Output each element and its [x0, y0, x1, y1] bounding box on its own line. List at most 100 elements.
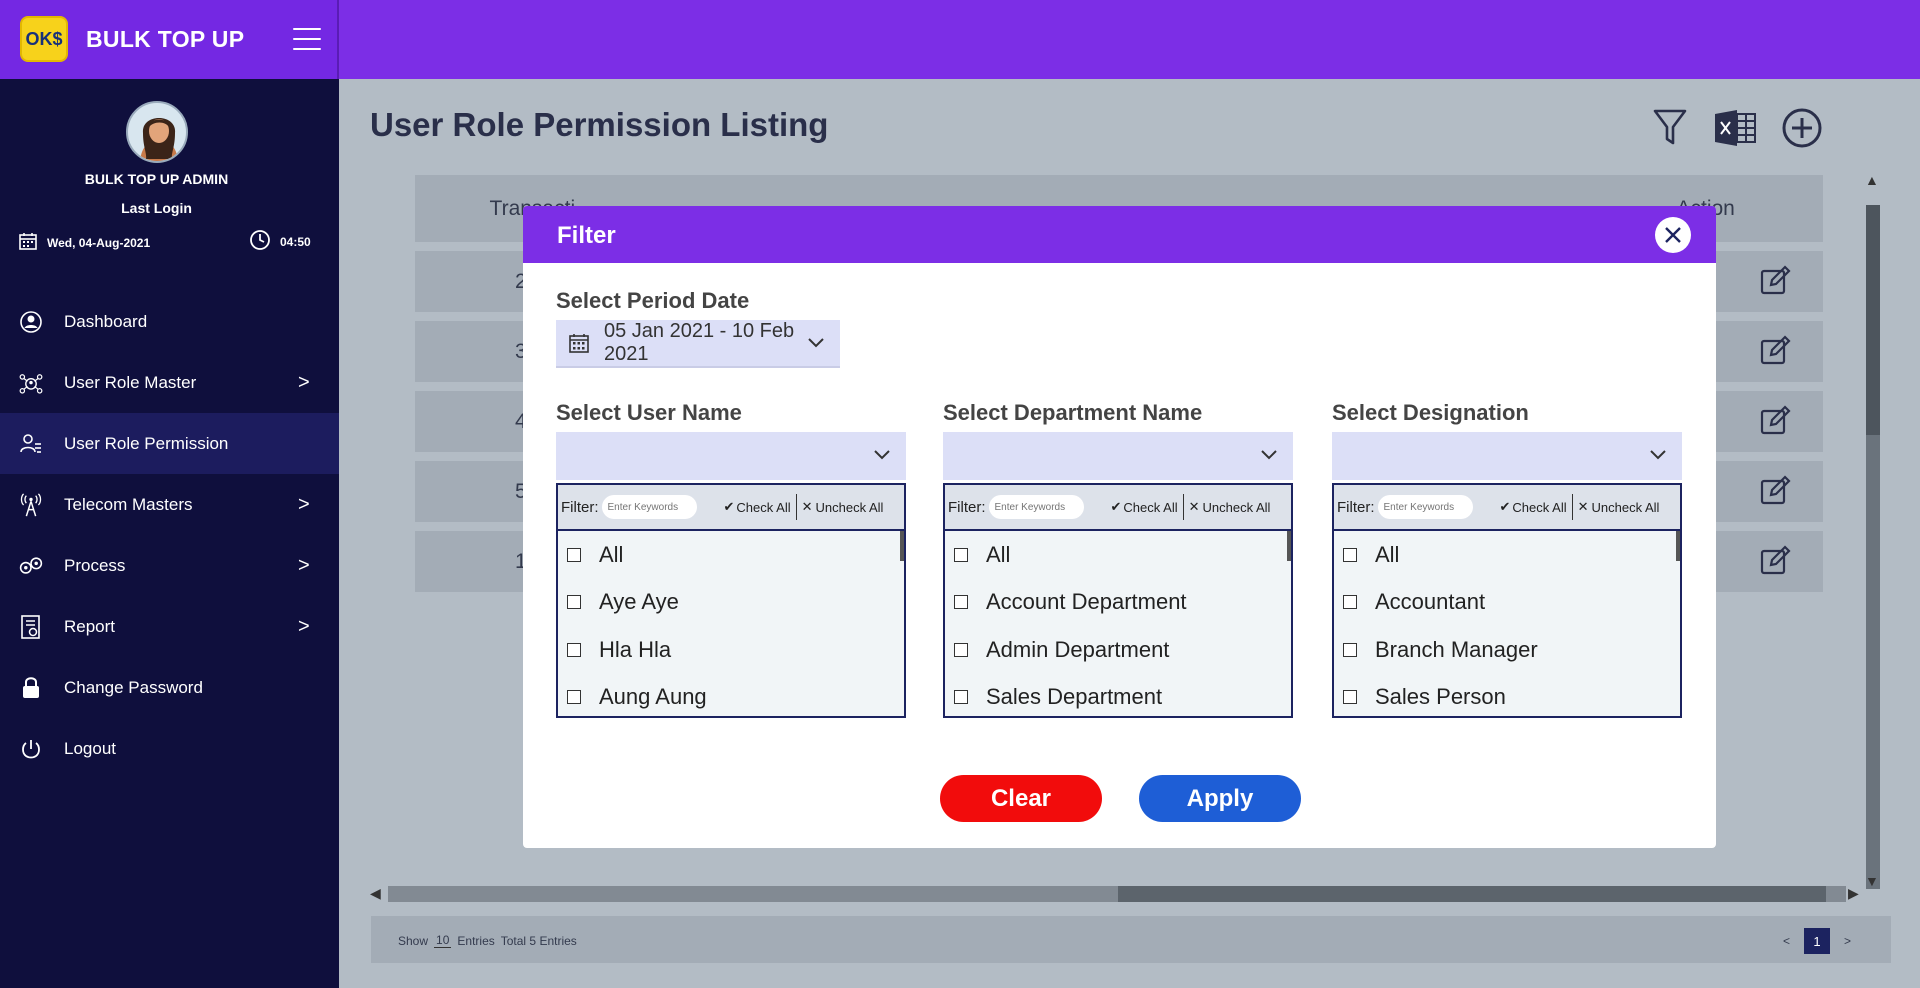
chevron-down-icon — [808, 338, 824, 348]
dropdown-panel: Filter: ✔Check All ✕Uncheck All All Acco… — [943, 483, 1293, 718]
sidebar-item-dashboard[interactable]: Dashboard — [0, 291, 339, 352]
option-label: Admin Department — [986, 636, 1170, 662]
check-all-button[interactable]: ✔ Check All — [1500, 499, 1567, 515]
checkbox[interactable] — [567, 642, 581, 657]
checkbox[interactable] — [1343, 642, 1357, 657]
department-name-select[interactable] — [943, 432, 1293, 480]
edit-icon[interactable] — [1759, 265, 1791, 297]
entries-select[interactable]: 10 — [434, 933, 452, 948]
list-scrollbar[interactable] — [1676, 531, 1680, 561]
list-item[interactable]: All — [558, 531, 904, 579]
tower-icon — [18, 492, 44, 518]
checkbox[interactable] — [567, 547, 581, 562]
scrollbar-thumb[interactable] — [1118, 886, 1826, 902]
edit-icon[interactable] — [1759, 475, 1791, 507]
sidebar-item-user-role-master[interactable]: User Role Master > — [0, 352, 339, 413]
option-list: All Aye Aye Hla Hla Aung Aung — [558, 531, 904, 717]
checkbox[interactable] — [954, 595, 968, 610]
keyword-search-input[interactable] — [601, 495, 697, 519]
list-item[interactable]: Branch Manager — [1334, 626, 1680, 674]
list-item[interactable]: Accountant — [1334, 579, 1680, 627]
uncheck-all-button[interactable]: ✕ Uncheck All — [802, 499, 884, 515]
list-item[interactable]: Sales Person — [1334, 674, 1680, 717]
check-all-button[interactable]: ✔ Check All — [724, 499, 791, 515]
edit-icon[interactable] — [1759, 545, 1791, 577]
sidebar-menu: Dashboard User Role Master > User Role P… — [0, 291, 339, 779]
edit-icon[interactable] — [1759, 405, 1791, 437]
sidebar-item-change-password[interactable]: Change Password — [0, 657, 339, 718]
designation-label: Select Designation — [1332, 400, 1529, 425]
total-entries: Total 5 Entries — [500, 933, 577, 948]
add-icon[interactable] — [1780, 106, 1824, 150]
sidebar-item-telecom-masters[interactable]: Telecom Masters > — [0, 474, 339, 535]
checkbox[interactable] — [954, 642, 968, 657]
designation-multiselect: Filter: ✔Check All ✕Uncheck All All Acco… — [1332, 432, 1682, 718]
page-number-button[interactable]: 1 — [1803, 928, 1830, 954]
prev-page-button[interactable]: < — [1783, 934, 1790, 948]
department-name-label: Select Department Name — [943, 400, 1203, 425]
option-label: Aye Aye — [599, 589, 679, 615]
list-scrollbar[interactable] — [900, 531, 904, 561]
modal-header: Filter — [523, 206, 1716, 263]
period-date-value: 05 Jan 2021 - 10 Feb 2021 — [604, 320, 795, 365]
option-label: Accountant — [1375, 589, 1486, 615]
scroll-right-arrow-icon[interactable]: ▶ — [1848, 885, 1859, 902]
next-page-button[interactable]: > — [1844, 934, 1851, 948]
entries-per-page: Show 10 Entries Total 5 Entries — [398, 933, 577, 948]
checkbox[interactable] — [954, 690, 968, 705]
sidebar-item-label: Telecom Masters — [64, 494, 193, 514]
check-all-button[interactable]: ✔ Check All — [1111, 499, 1178, 515]
user-name-select[interactable] — [556, 432, 906, 480]
horizontal-scrollbar[interactable] — [388, 886, 1846, 902]
uncheck-all-button[interactable]: ✕ Uncheck All — [1189, 499, 1271, 515]
designation-select[interactable] — [1332, 432, 1682, 480]
sidebar: BULK TOP UP ADMIN Last Login Wed, 04-Aug… — [0, 79, 339, 988]
uncheck-all-label: Uncheck All — [815, 499, 884, 515]
sidebar-item-logout[interactable]: Logout — [0, 718, 339, 779]
checkbox[interactable] — [1343, 595, 1357, 610]
checkbox[interactable] — [567, 690, 581, 705]
chevron-right-icon: > — [298, 371, 310, 393]
uncheck-all-button[interactable]: ✕ Uncheck All — [1578, 499, 1660, 515]
scrollbar-thumb[interactable] — [1866, 205, 1880, 435]
scroll-left-arrow-icon[interactable]: ◀ — [370, 885, 381, 902]
filter-icon[interactable] — [1648, 106, 1692, 150]
report-icon — [18, 614, 44, 640]
list-item[interactable]: Admin Department — [945, 626, 1291, 674]
checkbox[interactable] — [1343, 690, 1357, 705]
dashboard-icon — [18, 309, 44, 335]
list-item[interactable]: All — [945, 531, 1291, 579]
apply-button[interactable]: Apply — [1139, 775, 1301, 822]
clear-button[interactable]: Clear — [940, 775, 1102, 822]
list-item[interactable]: Aung Aung — [558, 674, 904, 717]
list-item[interactable]: Sales Department — [945, 674, 1291, 717]
check-all-label: Check All — [1123, 499, 1178, 515]
vertical-scrollbar[interactable] — [1866, 205, 1880, 889]
checkbox[interactable] — [954, 547, 968, 562]
period-date-picker[interactable]: 05 Jan 2021 - 10 Feb 2021 — [556, 320, 840, 368]
filter-modal: Filter Select Period Date 05 Jan 2021 - … — [523, 206, 1716, 848]
close-icon[interactable] — [1655, 217, 1691, 253]
sidebar-item-report[interactable]: Report > — [0, 596, 339, 657]
list-item[interactable]: Hla Hla — [558, 626, 904, 674]
scroll-up-arrow-icon[interactable]: ▲ — [1865, 172, 1879, 188]
keyword-search-input[interactable] — [988, 495, 1084, 519]
excel-export-icon[interactable] — [1713, 106, 1757, 150]
checkbox[interactable] — [1343, 547, 1357, 562]
clock-icon — [249, 229, 271, 254]
option-label: All — [1375, 541, 1400, 567]
list-scrollbar[interactable] — [1287, 531, 1291, 561]
scroll-down-arrow-icon[interactable]: ▼ — [1865, 873, 1879, 889]
list-item[interactable]: All — [1334, 531, 1680, 579]
list-item[interactable]: Aye Aye — [558, 579, 904, 627]
hamburger-menu-icon[interactable] — [293, 28, 321, 50]
close-icon: ✕ — [801, 499, 813, 514]
edit-icon[interactable] — [1759, 335, 1791, 367]
keyword-search-input[interactable] — [1377, 495, 1473, 519]
list-item[interactable]: Account Department — [945, 579, 1291, 627]
sidebar-item-process[interactable]: Process > — [0, 535, 339, 596]
check-all-label: Check All — [1512, 499, 1567, 515]
sidebar-item-user-role-permission[interactable]: User Role Permission — [0, 413, 339, 474]
pagination: < 1 > — [1783, 928, 1851, 954]
checkbox[interactable] — [567, 595, 581, 610]
